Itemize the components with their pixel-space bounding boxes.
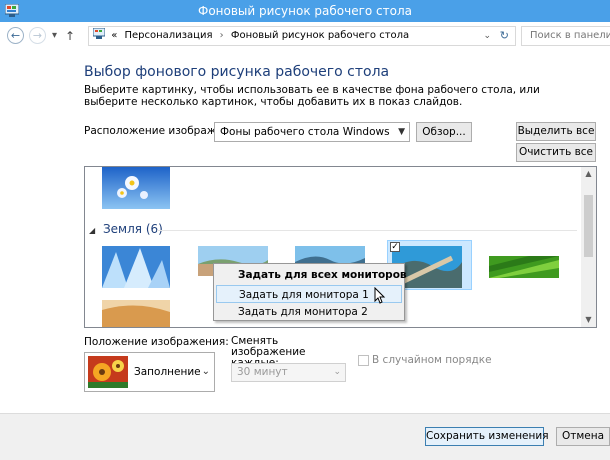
- chevron-down-icon: ▼: [398, 127, 405, 137]
- change-interval-value: 30 минут: [237, 366, 288, 378]
- picture-position-select[interactable]: Заполнение ⌄: [84, 352, 215, 392]
- up-arrow-icon[interactable]: ↑: [65, 28, 75, 44]
- collapse-triangle-icon[interactable]: ◢: [89, 226, 95, 235]
- chevron-down-icon: ⌄: [201, 366, 210, 377]
- gallery-scrollbar[interactable]: ▲ ▼: [581, 167, 596, 327]
- group-title: Земля (6): [102, 222, 163, 236]
- recent-pages-chevron-icon[interactable]: ▾: [52, 28, 57, 44]
- scrollbar-thumb[interactable]: [584, 195, 593, 257]
- wallpaper-thumbnail-flowers[interactable]: [102, 167, 170, 209]
- selected-checkbox[interactable]: ✓: [390, 242, 400, 252]
- address-dropdown-icon[interactable]: ⌄: [483, 27, 491, 45]
- group-divider: [157, 230, 577, 231]
- wallpaper-thumbnail-fields[interactable]: [489, 256, 559, 278]
- breadcrumb-item-desktop-background[interactable]: Фоновый рисунок рабочего стола: [231, 30, 409, 41]
- change-interval-select[interactable]: 30 минут ⌄: [231, 363, 346, 382]
- navigation-bar: ← → ▾ ↑ « Персонализация › Фоновый рисун…: [0, 24, 610, 48]
- page-title: Выбор фонового рисунка рабочего стола: [84, 64, 390, 80]
- shuffle-label: В случайном порядке: [372, 354, 492, 366]
- shuffle-checkbox[interactable]: [358, 355, 369, 366]
- search-input[interactable]: Поиск в панели уп: [521, 26, 610, 46]
- select-all-button[interactable]: Выделить все: [516, 122, 596, 141]
- scroll-down-icon[interactable]: ▼: [581, 313, 596, 327]
- page-description: Выберите картинку, чтобы использовать ее…: [84, 84, 540, 108]
- chevron-down-icon: ⌄: [333, 367, 341, 377]
- clear-all-button[interactable]: Очистить все: [516, 143, 596, 162]
- cancel-button[interactable]: Отмена: [556, 427, 610, 446]
- breadcrumb-item-personalization[interactable]: Персонализация: [125, 30, 213, 41]
- window-title: Фоновый рисунок рабочего стола: [198, 4, 412, 18]
- breadcrumb-overflow[interactable]: «: [111, 30, 117, 41]
- scroll-up-icon[interactable]: ▲: [581, 167, 596, 181]
- title-bar: Фоновый рисунок рабочего стола: [0, 0, 610, 22]
- refresh-icon[interactable]: ↻: [500, 27, 509, 45]
- address-bar[interactable]: « Персонализация › Фоновый рисунок рабоч…: [88, 26, 516, 46]
- group-header-earth[interactable]: ◢ Земля (6): [89, 222, 163, 236]
- browse-button[interactable]: Обзор...: [416, 122, 472, 142]
- control-panel-icon: [92, 27, 106, 39]
- save-changes-button[interactable]: Сохранить изменения: [425, 427, 549, 446]
- back-arrow-icon[interactable]: ←: [7, 27, 24, 44]
- forward-arrow-icon[interactable]: →: [29, 27, 46, 44]
- menu-item-monitor-2[interactable]: Задать для монитора 2: [216, 303, 402, 321]
- picture-position-value: Заполнение: [134, 366, 201, 378]
- wallpaper-thumbnail-ice[interactable]: [102, 246, 170, 288]
- footer-bar: Сохранить изменения Отмена: [0, 413, 610, 460]
- fill-preview-icon: [88, 356, 128, 388]
- breadcrumb-separator-icon[interactable]: ›: [220, 30, 224, 41]
- image-location-select[interactable]: Фоны рабочего стола Windows ▼: [214, 122, 410, 142]
- mouse-cursor-icon: [374, 287, 386, 304]
- picture-position-label: Положение изображения:: [84, 336, 229, 348]
- breadcrumb: « Персонализация › Фоновый рисунок рабоч…: [92, 27, 409, 45]
- image-location-value: Фоны рабочего стола Windows: [220, 126, 390, 138]
- wallpaper-thumbnail-desert[interactable]: [102, 300, 170, 327]
- menu-item-all-monitors[interactable]: Задать для всех мониторов: [216, 266, 407, 284]
